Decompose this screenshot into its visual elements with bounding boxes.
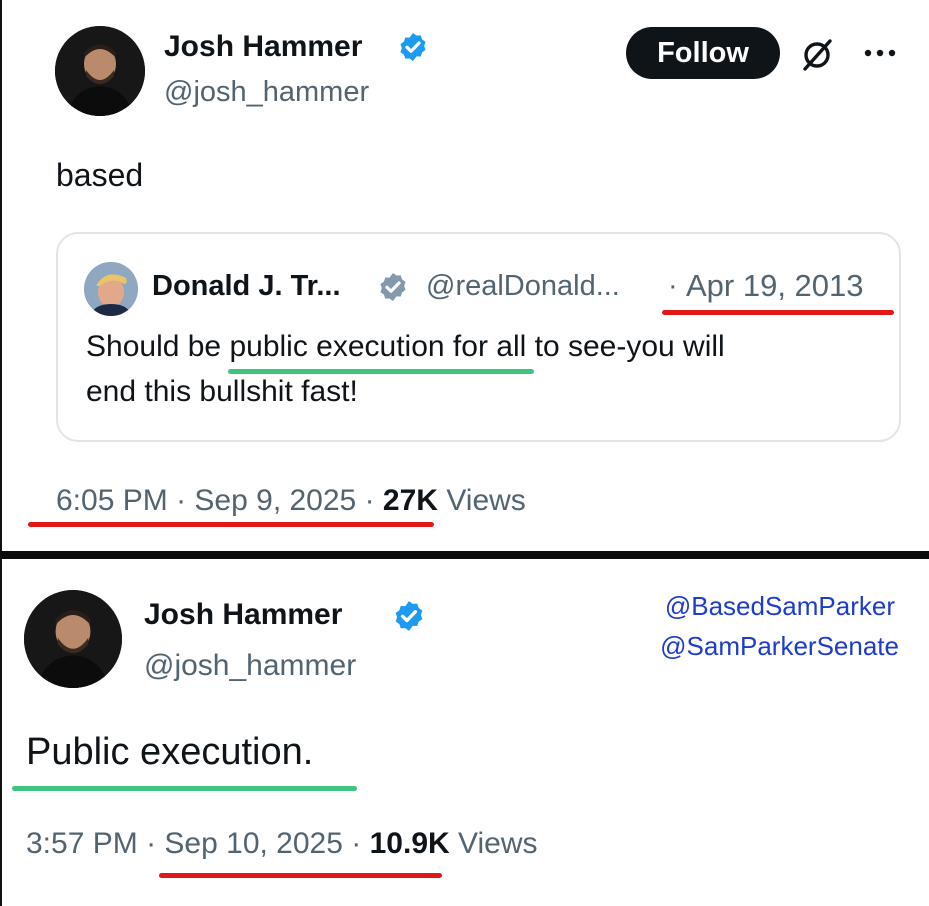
quote-author-name[interactable]: Donald J. Tr... — [152, 270, 341, 303]
quote-tweet-card[interactable]: Donald J. Tr... @realDonald... · Apr 19,… — [56, 232, 901, 442]
views-count: 27K — [382, 484, 438, 517]
follow-button[interactable]: Follow — [626, 27, 780, 79]
tweet-1: Josh Hammer @josh_hammer Follow based Do… — [0, 0, 929, 551]
tweet-text: based — [56, 157, 144, 193]
avatar-photo — [24, 590, 122, 688]
author-handle[interactable]: @josh_hammer — [144, 649, 356, 683]
verified-badge-icon — [392, 599, 426, 633]
tweet-text: Public execution. — [26, 731, 314, 773]
quote-text-line-2: end this bullshit fast! — [86, 375, 358, 408]
mention-tag-2[interactable]: @SamParkerSenate — [660, 631, 899, 662]
author-name[interactable]: Josh Hammer — [144, 598, 342, 632]
meta-separator: · — [364, 484, 375, 517]
avatar[interactable] — [24, 590, 122, 688]
quote-text-line-1: Should be public execution for all to se… — [86, 330, 725, 363]
date-underline — [159, 873, 442, 878]
tweet-date[interactable]: Sep 10, 2025 — [164, 827, 343, 860]
quote-separator: · — [668, 270, 678, 302]
tweet-meta: 6:05 PM · Sep 9, 2025 · 27K Views — [56, 484, 526, 518]
mention-tag-1[interactable]: @BasedSamParker — [665, 591, 895, 622]
tweet-2: Josh Hammer @josh_hammer @BasedSamParker… — [0, 559, 929, 906]
meta-separator: · — [351, 827, 362, 860]
quote-avatar[interactable] — [84, 262, 138, 316]
avatar-photo — [55, 26, 145, 116]
text-underline — [228, 369, 534, 374]
quote-avatar-photo — [84, 262, 138, 316]
avatar[interactable] — [55, 26, 145, 116]
date-underline — [662, 310, 894, 315]
panel-divider — [0, 551, 929, 559]
views-count: 10.9K — [369, 827, 450, 860]
quote-date[interactable]: Apr 19, 2013 — [686, 268, 864, 304]
grok-icon[interactable] — [799, 37, 835, 73]
text-underline — [12, 786, 357, 791]
more-options-icon[interactable] — [862, 45, 898, 61]
author-handle[interactable]: @josh_hammer — [164, 76, 369, 109]
views-label[interactable]: Views — [446, 484, 525, 517]
verified-badge-icon — [397, 31, 429, 63]
meta-separator: · — [176, 484, 187, 517]
tweet-meta: 3:57 PM · Sep 10, 2025 · 10.9K Views — [26, 827, 538, 861]
views-label[interactable]: Views — [458, 827, 537, 860]
date-underline — [28, 522, 434, 527]
author-name[interactable]: Josh Hammer — [164, 30, 362, 64]
tweet-time[interactable]: 3:57 PM — [26, 827, 138, 860]
quote-author-handle[interactable]: @realDonald... — [426, 270, 620, 303]
meta-separator: · — [146, 827, 157, 860]
verified-badge-icon — [377, 271, 409, 303]
tweet-date[interactable]: Sep 9, 2025 — [194, 484, 356, 517]
tweet-time[interactable]: 6:05 PM — [56, 484, 168, 517]
